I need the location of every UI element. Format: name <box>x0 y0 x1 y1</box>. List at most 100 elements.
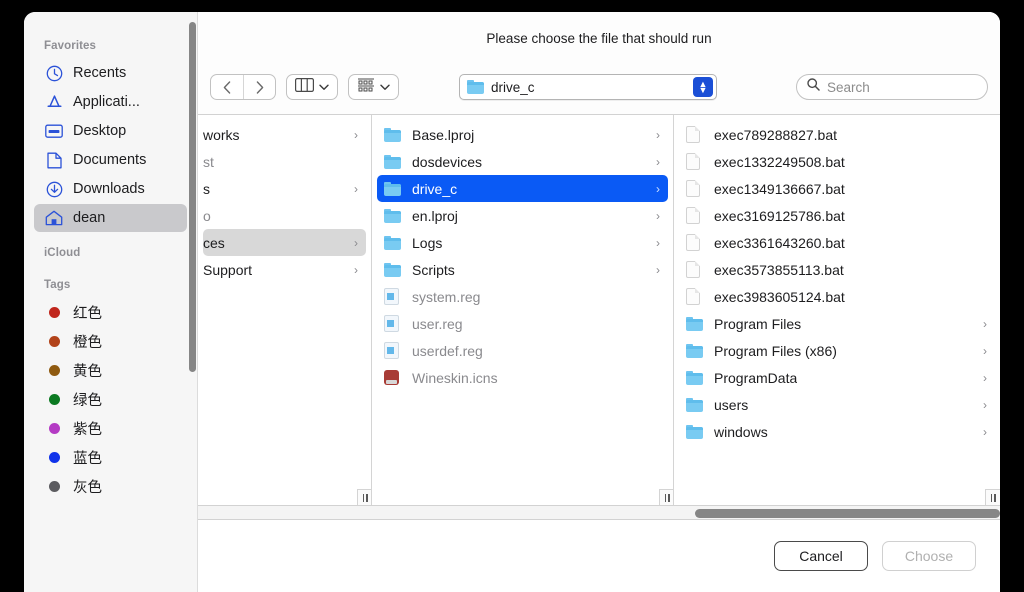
file-row[interactable]: exec1349136667.bat <box>679 175 995 202</box>
horizontal-scrollbar[interactable] <box>198 505 1000 520</box>
clock-icon <box>44 64 64 82</box>
file-row[interactable]: users › <box>679 391 995 418</box>
file-row[interactable]: exec3361643260.bat <box>679 229 995 256</box>
file-row[interactable]: Program Files (x86) › <box>679 337 995 364</box>
sidebar-item-documents[interactable]: Documents <box>34 146 187 174</box>
file-row-label: ces <box>203 234 225 251</box>
file-row[interactable]: ProgramData › <box>679 364 995 391</box>
sidebar-tag-label: 绿色 <box>73 392 102 409</box>
group-by-button[interactable] <box>348 74 399 100</box>
sidebar-item-dean[interactable]: dean <box>34 204 187 232</box>
folder-icon <box>686 370 706 385</box>
file-row[interactable]: s › <box>203 175 366 202</box>
file-document-icon <box>686 261 706 278</box>
forward-button[interactable] <box>243 75 275 99</box>
file-row[interactable]: ces › <box>203 229 366 256</box>
sidebar-tag-item[interactable]: 绿色 <box>34 385 187 413</box>
column-1-resize-grip[interactable] <box>357 489 371 505</box>
sidebar-section-icloud: iCloud <box>44 247 81 259</box>
file-row-label: Logs <box>412 234 443 251</box>
path-popup-value: drive_c <box>491 79 535 95</box>
file-row[interactable]: user.reg <box>377 310 668 337</box>
file-row[interactable]: Logs › <box>377 229 668 256</box>
sidebar-tag-label: 灰色 <box>73 479 102 496</box>
sidebar-tag-item[interactable]: 紫色 <box>34 414 187 442</box>
tag-color-dot-icon <box>44 448 64 466</box>
file-row-selected[interactable]: drive_c › <box>377 175 668 202</box>
file-row-label: dosdevices <box>412 153 483 170</box>
folder-icon <box>686 424 706 439</box>
sidebar-tag-item[interactable]: 灰色 <box>34 472 187 500</box>
file-row-label: o <box>203 207 211 224</box>
sidebar-tag-item[interactable]: 橙色 <box>34 327 187 355</box>
file-row[interactable]: exec1332249508.bat <box>679 148 995 175</box>
sidebar-item-desktop[interactable]: Desktop <box>34 117 187 145</box>
file-row[interactable]: Support › <box>203 256 366 283</box>
file-row-label: st <box>203 153 214 170</box>
file-document-icon <box>686 153 706 170</box>
file-row[interactable]: Scripts › <box>377 256 668 283</box>
file-row[interactable]: en.lproj › <box>377 202 668 229</box>
tag-color-dot-icon <box>44 477 64 495</box>
sidebar-tag-label: 蓝色 <box>73 450 102 467</box>
search-placeholder: Search <box>827 79 870 95</box>
file-row[interactable]: works › <box>203 121 366 148</box>
chevron-right-icon: › <box>354 181 358 196</box>
chevron-right-icon: › <box>656 127 660 142</box>
file-row[interactable]: windows › <box>679 418 995 445</box>
desktop-icon <box>44 122 64 140</box>
file-row[interactable]: Wineskin.icns <box>377 364 668 391</box>
file-row-label: exec3169125786.bat <box>714 207 845 224</box>
file-row[interactable]: exec3573855113.bat <box>679 256 995 283</box>
file-row[interactable]: st <box>203 148 366 175</box>
sidebar-tag-item[interactable]: 红色 <box>34 298 187 326</box>
column-3-resize-grip[interactable] <box>985 489 1000 505</box>
file-row[interactable]: dosdevices › <box>377 148 668 175</box>
view-mode-button[interactable] <box>286 74 338 100</box>
cancel-button[interactable]: Cancel <box>774 541 868 571</box>
registry-file-icon <box>384 288 404 305</box>
path-stepper-icon[interactable]: ▲ ▼ <box>693 77 713 97</box>
file-document-icon <box>686 288 706 305</box>
column-2-resize-grip[interactable] <box>659 489 673 505</box>
sidebar-tag-item[interactable]: 黄色 <box>34 356 187 384</box>
file-row[interactable]: Program Files › <box>679 310 995 337</box>
folder-icon <box>384 208 404 223</box>
column-view-icon <box>295 77 314 97</box>
chevron-right-icon: › <box>354 127 358 142</box>
file-row[interactable]: exec3983605124.bat <box>679 283 995 310</box>
search-field[interactable]: Search <box>796 74 988 100</box>
sidebar-tag-item[interactable]: 蓝色 <box>34 443 187 471</box>
file-row[interactable]: Base.lproj › <box>377 121 668 148</box>
browser-column-1: works › st s › o ces › Support › <box>198 115 372 505</box>
path-popup-button[interactable]: drive_c ▲ ▼ <box>459 74 717 100</box>
file-row-label: exec3983605124.bat <box>714 288 845 305</box>
file-row[interactable]: exec789288827.bat <box>679 121 995 148</box>
sidebar-item-applicati[interactable]: Applicati... <box>34 88 187 116</box>
sidebar-item-recents[interactable]: Recents <box>34 59 187 87</box>
sidebar-item-label: Downloads <box>73 181 145 197</box>
page-title: Please choose the file that should run <box>486 30 712 46</box>
toolbar: drive_c ▲ ▼ Search <box>198 64 1000 114</box>
choose-button[interactable]: Choose <box>882 541 976 571</box>
file-row-label: windows <box>714 423 768 440</box>
file-row[interactable]: userdef.reg <box>377 337 668 364</box>
tag-color-dot-icon <box>44 332 64 350</box>
sidebar-scrollbar[interactable] <box>189 22 196 372</box>
file-row[interactable]: system.reg <box>377 283 668 310</box>
file-row[interactable]: exec3169125786.bat <box>679 202 995 229</box>
browser-column-2: Base.lproj › dosdevices › drive_c › en.lproj › L… <box>372 115 674 505</box>
file-row-label: exec3361643260.bat <box>714 234 845 251</box>
dialog-footer: Cancel Choose <box>198 520 1000 592</box>
registry-file-icon <box>384 342 404 359</box>
file-row[interactable]: o <box>203 202 366 229</box>
document-icon <box>44 151 64 169</box>
main-pane: Please choose the file that should run d… <box>198 12 1000 592</box>
back-button[interactable] <box>211 75 243 99</box>
sidebar-item-downloads[interactable]: Downloads <box>34 175 187 203</box>
sidebar-tag-label: 红色 <box>73 305 102 322</box>
file-row-label: system.reg <box>412 288 481 305</box>
folder-icon <box>686 316 706 331</box>
column-browser: works › st s › o ces › Support › Base.lproj › dosde… <box>198 114 1000 505</box>
horizontal-scrollbar-thumb[interactable] <box>695 509 1000 518</box>
